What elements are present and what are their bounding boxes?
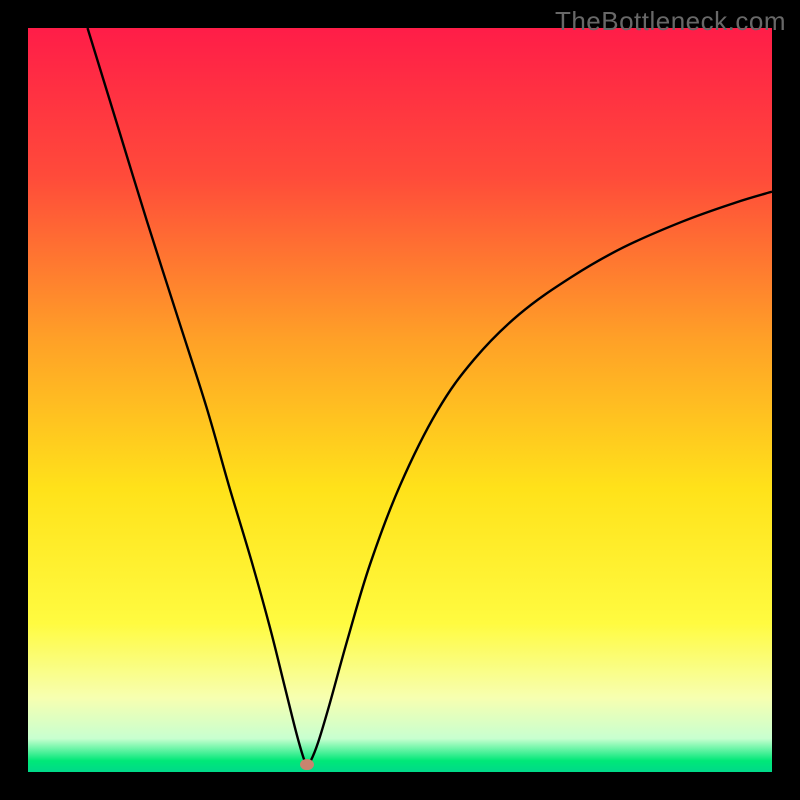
bottleneck-chart <box>28 28 772 772</box>
plot-area <box>28 28 772 772</box>
gradient-background <box>28 28 772 772</box>
optimum-marker <box>300 759 314 770</box>
chart-frame: TheBottleneck.com <box>0 0 800 800</box>
watermark-text: TheBottleneck.com <box>555 6 786 37</box>
